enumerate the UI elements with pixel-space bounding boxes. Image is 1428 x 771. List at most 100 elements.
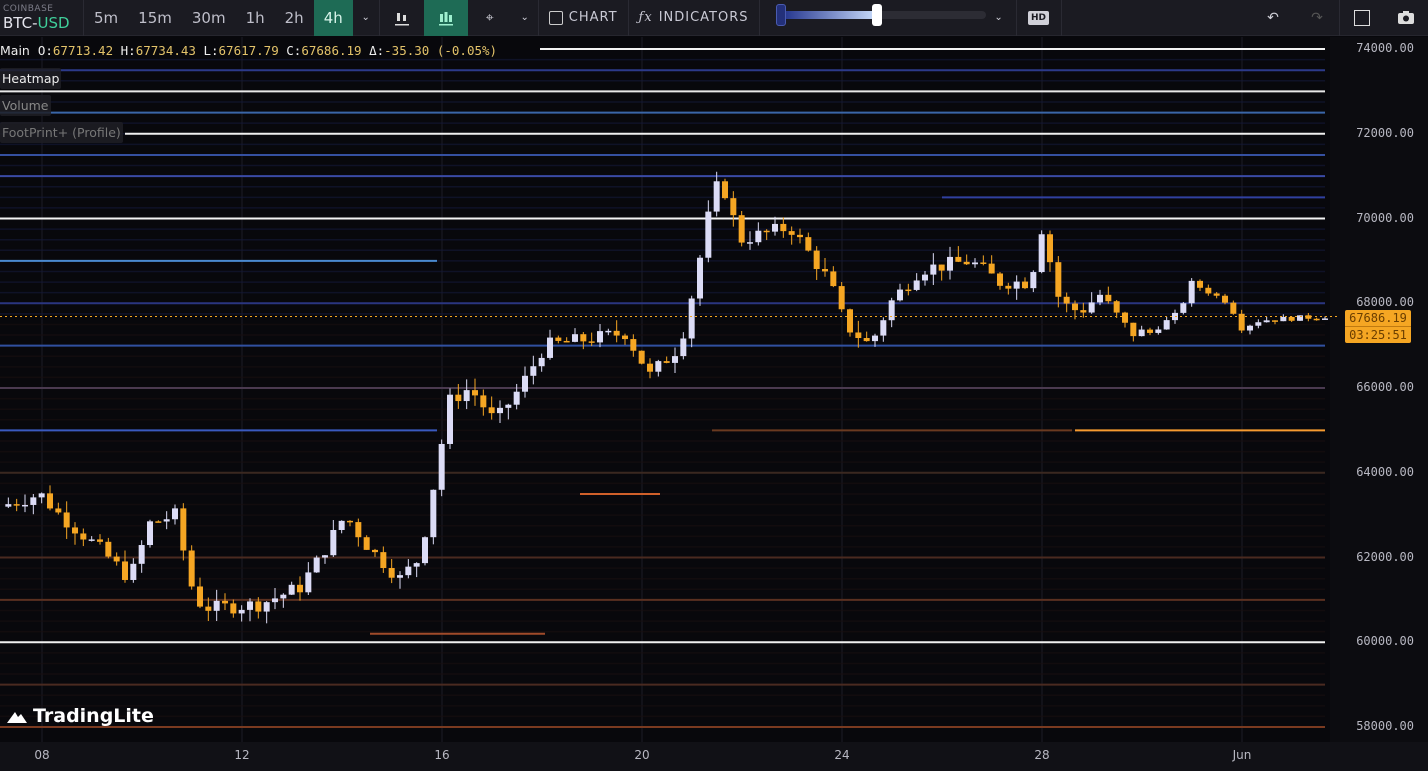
candle-body <box>1055 262 1062 297</box>
candle-body <box>30 497 37 505</box>
candle-body <box>422 537 428 564</box>
candle-body <box>713 181 720 212</box>
candles-style-icon[interactable] <box>380 0 424 36</box>
tf-5m[interactable]: 5m <box>84 0 128 36</box>
candle-body <box>1113 301 1120 313</box>
chart-canvas[interactable] <box>0 37 1428 771</box>
candle-body <box>105 541 112 557</box>
candle-body <box>1247 325 1253 331</box>
candle-body <box>1038 234 1045 273</box>
redo-icon[interactable]: ↷ <box>1295 0 1339 36</box>
candle-body <box>488 407 495 414</box>
tf-4h[interactable]: 4h <box>313 0 353 36</box>
candle-body <box>555 337 562 341</box>
candle-body <box>272 598 278 603</box>
candle-body <box>138 545 145 564</box>
candle-body <box>1072 303 1078 311</box>
timeframe-dropdown-chevron-icon[interactable]: ⌄ <box>353 0 379 36</box>
layer-volume[interactable]: Volume <box>0 95 51 116</box>
candle-body <box>638 350 645 364</box>
candle-body <box>413 563 420 567</box>
candle-body <box>905 289 912 292</box>
candle-body <box>330 529 337 556</box>
tf-2h[interactable]: 2h <box>275 0 314 36</box>
footprint-candles-icon[interactable] <box>423 0 468 36</box>
legend-low: 67617.79 <box>218 43 279 58</box>
logo-icon <box>7 712 27 723</box>
candle-body <box>747 242 753 244</box>
slider-handle-high[interactable] <box>871 3 882 26</box>
candle-body <box>155 521 162 523</box>
candle-body <box>347 520 353 523</box>
candle-body <box>338 520 345 530</box>
legend-change-key: Δ: <box>369 43 385 58</box>
price-tick-label: 72000.00 <box>1356 125 1414 140</box>
candle-body <box>280 594 287 599</box>
legend-series-name[interactable]: Main <box>0 43 30 58</box>
candle-body <box>1005 285 1012 289</box>
tf-15m[interactable]: 15m <box>128 0 182 36</box>
tf-1h[interactable]: 1h <box>236 0 275 36</box>
candle-body <box>1080 310 1087 313</box>
candle-body <box>472 390 478 396</box>
hd-toggle[interactable]: HD <box>1017 0 1061 36</box>
candle-body <box>480 395 487 408</box>
camera-icon[interactable] <box>1384 0 1428 36</box>
candle-body <box>263 602 270 612</box>
layout-square-icon[interactable] <box>1340 0 1384 36</box>
candle-body <box>47 493 53 509</box>
candle-body <box>197 586 203 607</box>
crosshair-dropdown-chevron-icon[interactable]: ⌄ <box>512 0 538 36</box>
heatmap-contrast-slider[interactable] <box>775 0 986 36</box>
candle-body <box>947 256 953 271</box>
slider-dropdown-chevron-icon[interactable]: ⌄ <box>986 0 1012 36</box>
candle-body <box>405 566 412 576</box>
candle-body <box>1047 234 1053 263</box>
time-tick-label: 24 <box>834 748 850 762</box>
candle-body <box>1022 281 1028 289</box>
candle-body <box>955 256 962 262</box>
candle-body <box>530 366 537 376</box>
candle-body <box>1138 329 1145 337</box>
pair-label: BTC-USD <box>3 14 83 32</box>
candle-body <box>397 575 403 578</box>
candle-body <box>630 339 637 351</box>
crosshair-icon[interactable]: ⌖ <box>468 0 512 36</box>
candle-body <box>388 568 395 578</box>
candle-body <box>288 584 295 595</box>
candle-body <box>813 250 820 270</box>
slider-handle-low[interactable] <box>775 3 786 26</box>
candle-body <box>355 522 362 538</box>
candle-body <box>780 223 787 232</box>
chart-button[interactable]: CHART <box>539 0 628 36</box>
candle-body <box>63 512 70 528</box>
candle-body <box>80 533 87 540</box>
chart-settings-icon <box>548 10 563 25</box>
tradinglite-logo: TradingLite <box>6 705 154 727</box>
candle-body <box>230 603 237 614</box>
candle-body <box>938 264 945 271</box>
candle-body <box>1230 302 1237 314</box>
candle-body <box>238 609 245 614</box>
candle-body <box>538 357 545 367</box>
price-axis-background <box>1330 37 1428 771</box>
candle-body <box>830 271 837 287</box>
candle-body <box>663 361 670 363</box>
last-price: 67686.19 <box>1349 311 1407 325</box>
symbol-selector[interactable]: COINBASE BTC-USD <box>0 0 84 36</box>
candle-body <box>755 230 762 243</box>
candle-body <box>580 334 587 342</box>
layer-footprint[interactable]: FootPrint+ (Profile) <box>0 122 123 143</box>
candle-body <box>430 489 437 538</box>
candle-body <box>847 309 853 333</box>
tf-30m[interactable]: 30m <box>182 0 236 36</box>
indicators-button[interactable]: ƒx INDICATORS <box>629 0 759 36</box>
indicators-label: INDICATORS <box>658 10 749 25</box>
candle-body <box>805 237 812 251</box>
layer-heatmap[interactable]: Heatmap <box>0 68 62 89</box>
candle-body <box>788 231 795 235</box>
legend-close-key: C: <box>286 43 302 58</box>
undo-icon[interactable]: ↶ <box>1251 0 1295 36</box>
price-tick-label: 66000.00 <box>1356 380 1414 394</box>
candle-body <box>772 223 778 232</box>
